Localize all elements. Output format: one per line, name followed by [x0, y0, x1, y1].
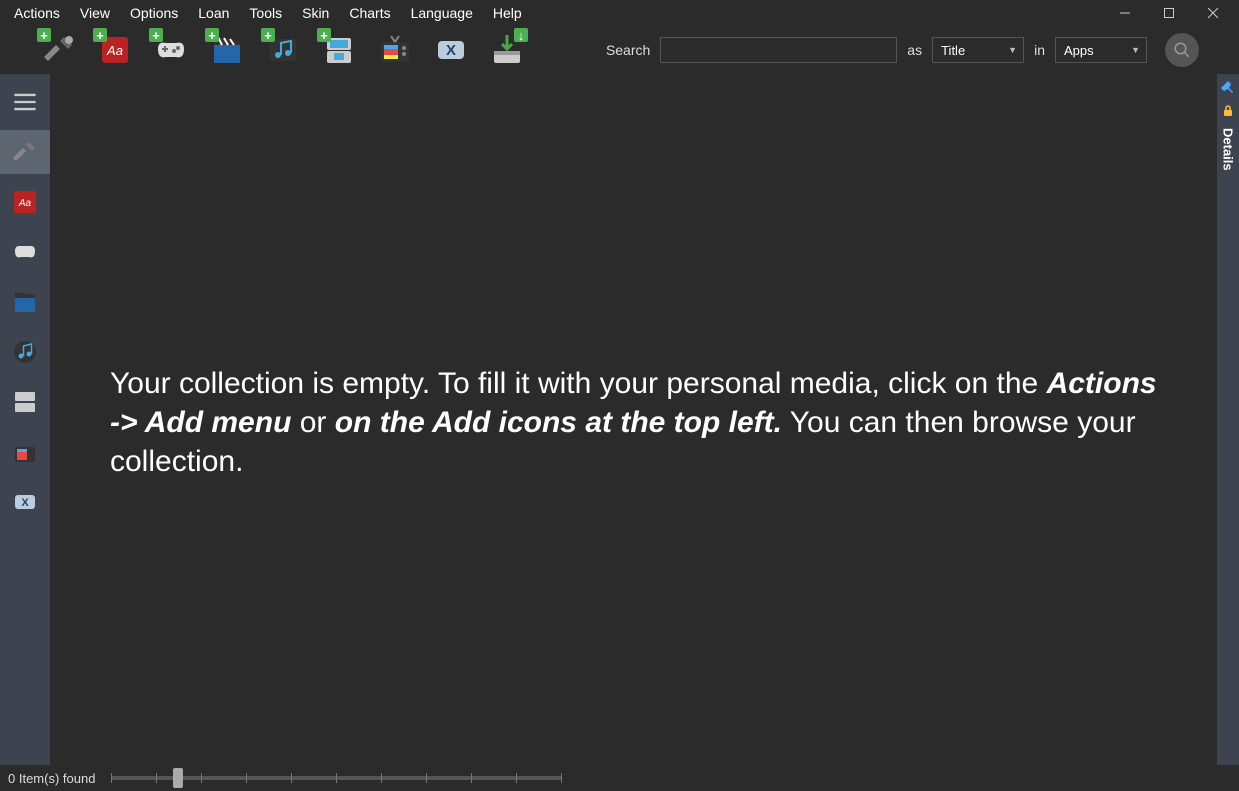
- add-tv-button[interactable]: [376, 31, 414, 69]
- sidebar-tools[interactable]: [0, 130, 50, 174]
- in-select-value: Apps: [1064, 43, 1094, 58]
- toolbar-icons: + + Aa + + + + X ↓: [40, 31, 526, 69]
- menu-help[interactable]: Help: [483, 2, 532, 24]
- maximize-button[interactable]: [1147, 1, 1191, 25]
- menu-actions[interactable]: Actions: [4, 2, 70, 24]
- add-games-button[interactable]: +: [152, 31, 190, 69]
- menubar: Actions View Options Loan Tools Skin Cha…: [4, 2, 532, 24]
- tv-icon: [12, 439, 38, 465]
- svg-text:X: X: [446, 42, 456, 59]
- x-app-icon: X: [12, 489, 38, 515]
- add-download-button[interactable]: ↓: [488, 31, 526, 69]
- music-icon: [12, 339, 38, 365]
- titlebar: Actions View Options Loan Tools Skin Cha…: [0, 0, 1239, 26]
- chevron-down-icon: ▼: [1008, 45, 1017, 55]
- zoom-slider-thumb[interactable]: [173, 768, 183, 788]
- x-app-icon: X: [434, 33, 468, 67]
- menu-charts[interactable]: Charts: [339, 2, 400, 24]
- menu-view[interactable]: View: [70, 2, 120, 24]
- svg-text:X: X: [21, 497, 29, 509]
- empty-message: Your collection is empty. To fill it wit…: [110, 364, 1157, 481]
- details-panel-tab[interactable]: Details: [1221, 124, 1236, 175]
- in-label: in: [1034, 42, 1045, 58]
- add-x-button[interactable]: X: [432, 31, 470, 69]
- search-input[interactable]: [660, 37, 897, 63]
- add-music-button[interactable]: +: [264, 31, 302, 69]
- minimize-button[interactable]: [1103, 1, 1147, 25]
- as-select-value: Title: [941, 43, 965, 58]
- sidebar-right: Details: [1217, 74, 1239, 765]
- plus-icon: ↓: [514, 28, 528, 42]
- plus-icon: +: [317, 28, 331, 42]
- clapboard-icon: [12, 289, 38, 315]
- sidebar-x[interactable]: X: [0, 480, 50, 524]
- menu-tools[interactable]: Tools: [239, 2, 292, 24]
- sidebar-tv[interactable]: [0, 430, 50, 474]
- handheld-icon: [12, 389, 38, 415]
- search-label: Search: [606, 42, 650, 58]
- sidebar-games[interactable]: [0, 230, 50, 274]
- sidebar-hamburger[interactable]: [0, 80, 50, 124]
- add-handheld-button[interactable]: +: [320, 31, 358, 69]
- lock-icon[interactable]: [1221, 104, 1235, 118]
- plus-icon: +: [37, 28, 51, 42]
- as-select[interactable]: Title ▼: [932, 37, 1024, 63]
- sidebar-handheld[interactable]: [0, 380, 50, 424]
- zoom-slider[interactable]: [111, 776, 561, 780]
- add-movies-button[interactable]: +: [208, 31, 246, 69]
- menu-loan[interactable]: Loan: [188, 2, 239, 24]
- menu-options[interactable]: Options: [120, 2, 188, 24]
- toolbar: + + Aa + + + + X ↓: [0, 26, 1239, 74]
- tools-icon: [12, 139, 38, 165]
- statusbar: 0 Item(s) found: [0, 765, 1239, 791]
- maximize-icon: [1163, 7, 1175, 19]
- as-label: as: [907, 42, 922, 58]
- in-select[interactable]: Apps ▼: [1055, 37, 1147, 63]
- add-tools-button[interactable]: +: [40, 31, 78, 69]
- chevron-down-icon: ▼: [1131, 45, 1140, 55]
- tv-icon: [377, 32, 413, 68]
- empty-text-mid: or: [291, 406, 334, 439]
- sidebar-books[interactable]: Aa: [0, 180, 50, 224]
- search-icon: [1173, 41, 1191, 59]
- empty-text-icons: on the Add icons at the top left.: [335, 406, 782, 439]
- plus-icon: +: [261, 28, 275, 42]
- plus-icon: +: [149, 28, 163, 42]
- content-area: Your collection is empty. To fill it wit…: [50, 74, 1217, 765]
- pin-icon[interactable]: [1220, 80, 1236, 96]
- menu-language[interactable]: Language: [401, 2, 483, 24]
- sidebar-movies[interactable]: [0, 280, 50, 324]
- search-area: Search as Title ▼ in Apps ▼: [606, 33, 1199, 67]
- svg-text:Aa: Aa: [18, 198, 32, 209]
- svg-text:Aa: Aa: [106, 43, 123, 58]
- plus-icon: +: [205, 28, 219, 42]
- status-items-found: 0 Item(s) found: [8, 771, 95, 786]
- hamburger-icon: [12, 89, 38, 115]
- minimize-icon: [1119, 7, 1131, 19]
- sidebar-music[interactable]: [0, 330, 50, 374]
- main: Aa X Your collection is empty. To fill i…: [0, 74, 1239, 765]
- sidebar-left: Aa X: [0, 74, 50, 765]
- plus-icon: +: [93, 28, 107, 42]
- book-icon: Aa: [12, 189, 38, 215]
- close-icon: [1207, 7, 1219, 19]
- add-books-button[interactable]: + Aa: [96, 31, 134, 69]
- menu-skin[interactable]: Skin: [292, 2, 339, 24]
- gamepad-icon: [12, 239, 38, 265]
- search-button[interactable]: [1165, 33, 1199, 67]
- empty-text-prefix: Your collection is empty. To fill it wit…: [110, 367, 1047, 400]
- window-controls: [1103, 1, 1235, 25]
- close-button[interactable]: [1191, 1, 1235, 25]
